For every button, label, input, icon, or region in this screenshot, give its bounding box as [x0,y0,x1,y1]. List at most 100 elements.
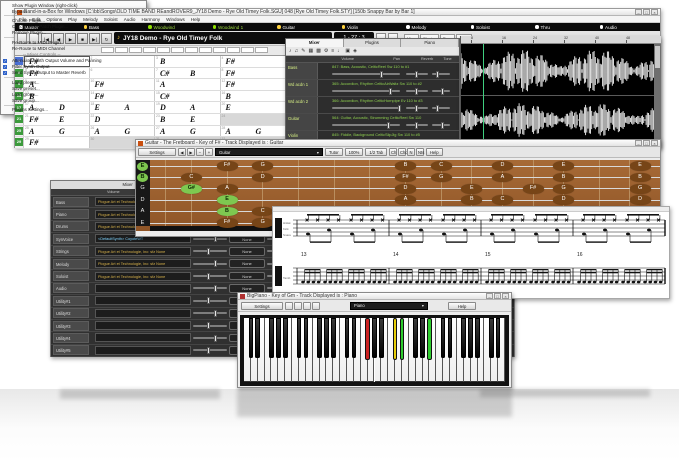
chord-cell[interactable]: 24 [221,114,287,125]
slider-thumb[interactable] [214,335,217,342]
slider-thumb[interactable] [415,105,418,112]
plugin-name-field[interactable] [95,333,191,342]
mixer-toolbar-icon-8[interactable]: ▣ [345,48,350,54]
piano-mini-button-3[interactable] [312,302,320,310]
mixer-toolbar-icon-0[interactable]: ♪ [289,48,292,54]
plugin-name-field[interactable] [95,321,191,330]
pan-slider[interactable] [406,90,428,92]
piano-mini-button-0[interactable] [285,302,293,310]
mixer-toolbar-icon-5[interactable]: ⚙ [324,48,328,54]
piano-black-key[interactable] [255,318,260,358]
volume-slider[interactable] [332,73,400,75]
maximize-button[interactable]: □ [643,9,650,15]
menu-item[interactable]: Plugins Settings... [1,107,146,113]
tab-button[interactable]: 1/2 Tab [365,148,387,156]
track-button-violin[interactable]: Violin [338,25,403,30]
piano-black-key[interactable] [283,318,288,358]
track-button-audio[interactable]: Audio [596,25,661,30]
slider-thumb[interactable] [415,71,418,78]
slider-thumb[interactable] [415,88,418,95]
menu-item[interactable]: Bypass [1,8,146,14]
tutor-button[interactable]: Tutor [325,148,343,156]
chord-cell[interactable]: 25AG [24,126,90,137]
volume-slider[interactable] [332,90,400,92]
piano-black-key[interactable] [297,318,302,358]
track-button-soloist[interactable]: Soloist [467,25,532,30]
mixer-toolbar-icon-4[interactable]: ▩ [316,48,321,54]
reverb-slider[interactable] [432,73,450,75]
piano-black-key[interactable] [461,318,466,358]
reverb-slider[interactable] [432,90,450,92]
piano-black-key[interactable] [276,318,281,358]
track-button-woodwind-1[interactable]: Woodwind 1 [209,25,274,30]
plugin-slider[interactable] [193,287,227,289]
track-button-guitar[interactable]: Guitar [273,25,338,30]
plugin-slider[interactable] [193,275,227,277]
volume-slider[interactable] [332,124,400,126]
plugin-name-field[interactable]: Plogue Art et Technologie, Inc: sfz None [95,259,191,268]
track-button-thru[interactable]: Thru [531,25,596,30]
piano-black-key[interactable] [352,318,357,358]
plugin-track-label[interactable]: Bass [53,197,89,207]
mixer-toolbar-icon-9[interactable]: ◈ [353,48,357,54]
pan-slider[interactable] [406,124,428,126]
piano-black-key[interactable] [489,318,494,358]
layer-cell[interactable] [255,47,268,53]
plugin-track-label[interactable]: Utility#2 [53,308,89,318]
chord-cell[interactable]: 11A [155,79,221,90]
slider-thumb[interactable] [207,322,210,329]
track-select-combo[interactable]: Guitar▾ [215,148,323,156]
slider-thumb[interactable] [207,248,210,255]
piano-black-key[interactable] [317,318,322,358]
slider-thumb[interactable] [436,71,439,78]
close-button[interactable]: × [502,293,509,299]
fret-mini-button-3[interactable]: + [205,148,213,156]
slider-thumb[interactable] [441,122,444,129]
slider-thumb[interactable] [207,347,210,354]
chord-cell[interactable]: 22D [90,114,156,125]
piano-black-key[interactable] [413,318,418,358]
plugin-name-field[interactable]: Plogue Art et Technologie, Inc: sfz None [95,272,191,281]
plugin-track-label[interactable]: Melody [53,259,89,269]
piano-black-key[interactable] [420,318,425,358]
piano-black-key[interactable] [365,318,370,360]
slider-thumb[interactable] [380,71,383,78]
piano-black-key[interactable] [269,318,274,358]
chord-cell[interactable]: 12F# [221,79,287,90]
help-button[interactable]: Help [448,302,476,310]
volume-slider[interactable] [332,107,400,109]
mixer-toolbar-icon-3[interactable]: ▦ [308,48,313,54]
plugin-track-label[interactable]: Utility#4 [53,333,89,343]
mixer-toolbar-icon-7[interactable]: ♩ [337,48,342,54]
mixer-track-label[interactable]: Wd acdn 2 [286,97,318,113]
scroll-thumb[interactable] [655,46,660,68]
pan-slider[interactable] [406,73,428,75]
slider-thumb[interactable] [214,285,217,292]
layer-cell[interactable] [157,47,170,53]
plugin-slider[interactable] [193,263,227,265]
chord-cell[interactable]: 7C#B [155,68,221,79]
chord-cell[interactable]: 15C# [155,91,221,102]
piano-black-key[interactable] [372,318,377,358]
mixer-tab-plugins[interactable]: Plugins [344,39,402,47]
slider-thumb[interactable] [387,122,390,129]
plugin-track-label[interactable]: Audio [53,283,89,293]
track-select-combo[interactable]: Piano▾ [350,302,428,310]
piano-black-key[interactable] [345,318,350,358]
close-button[interactable]: × [651,140,658,146]
menu-item[interactable]: Remove Plugin... [1,30,146,36]
mixer-toolbar-icon-6[interactable]: ≡ [331,48,334,54]
part-marker[interactable]: 25 [15,127,23,135]
audio-vscrollbar[interactable] [654,44,661,143]
part-marker[interactable]: 29 [15,138,23,146]
menu-item[interactable]: Save group... [1,98,146,104]
plugin-slider[interactable] [193,325,227,327]
help-button[interactable]: Help [426,148,443,156]
audio-ruler[interactable]: 81624324048 [461,36,661,44]
plugin-name-field[interactable] [95,284,191,293]
slider-thumb[interactable] [214,310,217,317]
plugin-track-label[interactable]: Drums [53,221,89,231]
track-button-melody[interactable]: Melody [402,25,467,30]
plugin-track-label[interactable]: Piano [53,209,89,219]
mixer-track-label[interactable]: Guitar [286,114,318,130]
